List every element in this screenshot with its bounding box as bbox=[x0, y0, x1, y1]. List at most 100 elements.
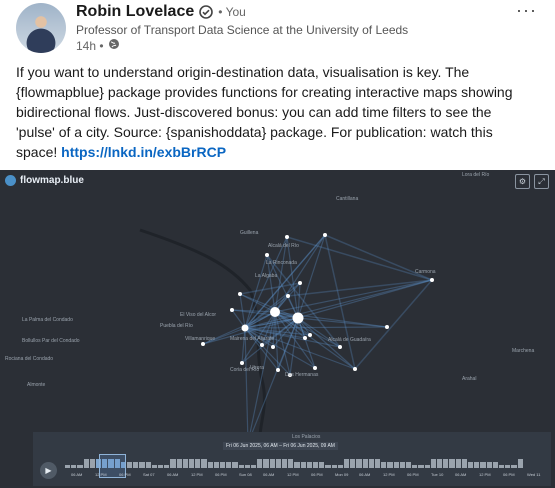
timeline-bar[interactable] bbox=[325, 465, 331, 468]
timeline-bar[interactable] bbox=[499, 465, 505, 468]
timeline-bar[interactable] bbox=[375, 459, 381, 468]
location-node[interactable] bbox=[385, 325, 389, 329]
timeline-bar[interactable] bbox=[313, 462, 319, 468]
timeline-bar[interactable] bbox=[244, 465, 250, 468]
timeline-bar[interactable] bbox=[207, 462, 213, 468]
timeline-bar[interactable] bbox=[356, 459, 362, 468]
timeline-bar[interactable] bbox=[486, 462, 492, 468]
location-node[interactable] bbox=[271, 345, 275, 349]
timeline-bar[interactable] bbox=[455, 459, 461, 468]
timeline-bar[interactable] bbox=[474, 462, 480, 468]
timeline-bar[interactable] bbox=[213, 462, 219, 468]
timeline-bar[interactable] bbox=[337, 465, 343, 468]
location-node[interactable] bbox=[230, 308, 234, 312]
location-node[interactable] bbox=[241, 324, 249, 332]
timeline-bar[interactable] bbox=[362, 459, 368, 468]
timeline-bar[interactable] bbox=[71, 465, 77, 468]
timeline-bar[interactable] bbox=[182, 459, 188, 468]
timeline-bar[interactable] bbox=[418, 465, 424, 468]
more-options-button[interactable]: ··· bbox=[516, 0, 537, 21]
timeline-bar[interactable] bbox=[226, 462, 232, 468]
timeline-bar[interactable] bbox=[393, 462, 399, 468]
timeline-bar[interactable] bbox=[319, 462, 325, 468]
timeline-bar[interactable] bbox=[350, 459, 356, 468]
timeline-bar[interactable] bbox=[331, 465, 337, 468]
location-node[interactable] bbox=[240, 361, 244, 365]
timeline-bar[interactable] bbox=[437, 459, 443, 468]
timeline-bar[interactable] bbox=[151, 465, 157, 468]
timeline-bar[interactable] bbox=[406, 462, 412, 468]
timeline-bar[interactable] bbox=[468, 462, 474, 468]
timeline-bar[interactable] bbox=[294, 462, 300, 468]
location-node[interactable] bbox=[265, 253, 269, 257]
location-node[interactable] bbox=[353, 367, 357, 371]
settings-icon[interactable]: ⚙ bbox=[515, 174, 530, 189]
timeline-bar[interactable] bbox=[251, 465, 257, 468]
timeline-bar[interactable] bbox=[399, 462, 405, 468]
timeline-bar[interactable] bbox=[461, 459, 467, 468]
timeline-bar[interactable] bbox=[201, 459, 207, 468]
timeline-bar[interactable] bbox=[288, 459, 294, 468]
timeline-bar[interactable] bbox=[430, 459, 436, 468]
timeline-bar[interactable] bbox=[505, 465, 511, 468]
timeline-bar[interactable] bbox=[77, 465, 83, 468]
location-node[interactable] bbox=[276, 368, 280, 372]
timeline-bar[interactable] bbox=[238, 465, 244, 468]
timeline-bar[interactable] bbox=[195, 459, 201, 468]
timeline-bar[interactable] bbox=[127, 462, 133, 468]
timeline-bar[interactable] bbox=[158, 465, 164, 468]
timeline-bar[interactable] bbox=[263, 459, 269, 468]
location-node[interactable] bbox=[270, 307, 280, 317]
location-node[interactable] bbox=[298, 281, 302, 285]
timeline-bar[interactable] bbox=[189, 459, 195, 468]
location-node[interactable] bbox=[238, 292, 242, 296]
timeline-bar[interactable] bbox=[83, 459, 89, 468]
timeline-bar[interactable] bbox=[424, 465, 430, 468]
timeline-bar[interactable] bbox=[344, 459, 350, 468]
timeline-bar[interactable] bbox=[170, 459, 176, 468]
timeline-bar[interactable] bbox=[133, 462, 139, 468]
timeline-bar[interactable] bbox=[232, 462, 238, 468]
play-button[interactable]: ▶ bbox=[40, 462, 57, 479]
timeline-bar[interactable] bbox=[381, 462, 387, 468]
location-node[interactable] bbox=[313, 366, 317, 370]
location-node[interactable] bbox=[201, 342, 205, 346]
timeline-bar[interactable] bbox=[65, 465, 71, 468]
avatar[interactable] bbox=[16, 3, 66, 53]
timeline-bar[interactable] bbox=[387, 462, 393, 468]
post-link[interactable]: https://lnkd.in/exbBrRCP bbox=[61, 144, 226, 160]
location-node[interactable] bbox=[260, 343, 264, 347]
location-node[interactable] bbox=[303, 336, 307, 340]
timeline-bar[interactable] bbox=[306, 462, 312, 468]
timeline-bar[interactable] bbox=[282, 459, 288, 468]
timeline[interactable]: 06 AM 12 PM 06 PM Sat 07 06 AM 12 PM 06 PM Sun … bbox=[33, 432, 551, 486]
timeline-bar[interactable] bbox=[139, 462, 145, 468]
timeline-bar[interactable] bbox=[480, 462, 486, 468]
timeline-bar[interactable] bbox=[257, 459, 263, 468]
location-node[interactable] bbox=[338, 345, 342, 349]
timeline-bar[interactable] bbox=[517, 459, 523, 468]
timeline-bar[interactable] bbox=[443, 459, 449, 468]
timeline-bar[interactable] bbox=[412, 465, 418, 468]
timeline-bar[interactable] bbox=[269, 459, 275, 468]
timeline-bar[interactable] bbox=[300, 462, 306, 468]
location-node[interactable] bbox=[285, 235, 289, 239]
author-name[interactable]: Robin Lovelace bbox=[76, 3, 194, 21]
flowmap-image[interactable]: flowmap.blue ⚙ ⤢ 06 AM 12 PM 06 PM Sat 07 06… bbox=[0, 170, 555, 488]
timeline-bar[interactable] bbox=[368, 459, 374, 468]
timeline-bar[interactable] bbox=[275, 459, 281, 468]
timeline-bar[interactable] bbox=[176, 459, 182, 468]
location-node[interactable] bbox=[308, 333, 312, 337]
timeline-bar[interactable] bbox=[492, 462, 498, 468]
timeline-bar[interactable] bbox=[164, 465, 170, 468]
timeline-bar[interactable] bbox=[511, 465, 517, 468]
location-node[interactable] bbox=[286, 294, 290, 298]
timeline-bar[interactable] bbox=[89, 459, 95, 468]
timeline-bar[interactable] bbox=[220, 462, 226, 468]
location-node[interactable] bbox=[292, 312, 304, 324]
location-node[interactable] bbox=[430, 278, 434, 282]
timeline-bar[interactable] bbox=[145, 462, 151, 468]
location-node[interactable] bbox=[323, 233, 327, 237]
timeline-bar[interactable] bbox=[449, 459, 455, 468]
fullscreen-icon[interactable]: ⤢ bbox=[534, 174, 549, 189]
